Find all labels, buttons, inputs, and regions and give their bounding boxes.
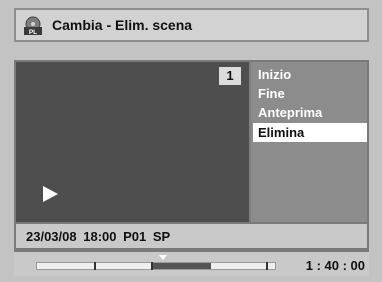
svg-text:PL: PL (29, 29, 37, 36)
program-number: P01 (123, 229, 147, 244)
deleted-scene-segment (151, 263, 211, 269)
position-pointer-icon (159, 255, 167, 260)
scene-number-badge: 1 (219, 67, 241, 85)
menu-item-inizio[interactable]: Inizio (253, 65, 367, 84)
play-icon (43, 186, 58, 202)
title-bar: PL Cambia - Elim. scena (14, 8, 369, 42)
chapter-mark (151, 262, 153, 270)
page-title: Cambia - Elim. scena (52, 17, 193, 33)
progress-track[interactable] (36, 262, 276, 270)
recording-info: 23/03/08 18:00 P01 SP (26, 229, 170, 244)
video-preview: 1 (16, 62, 251, 222)
recording-mode: SP (152, 229, 171, 244)
elapsed-time: 1 : 40 : 00 (305, 258, 365, 273)
edit-panel: 1 Inizio Fine Anteprima Elimina 23/03/08… (14, 60, 369, 250)
pl-icon: PL (24, 16, 42, 36)
screen-frame: PL Cambia - Elim. scena 1 Inizio Fine An… (0, 0, 382, 282)
menu-item-anteprima[interactable]: Anteprima (253, 103, 367, 122)
recording-date: 23/03/08 (26, 229, 77, 244)
menu-item-fine[interactable]: Fine (253, 84, 367, 103)
timeline-bar: 1 : 40 : 00 (14, 250, 369, 276)
menu-item-elimina[interactable]: Elimina (253, 123, 367, 142)
chapter-mark (94, 262, 96, 270)
info-bar: 23/03/08 18:00 P01 SP (16, 222, 367, 248)
scene-menu: Inizio Fine Anteprima Elimina (253, 64, 367, 220)
chapter-mark (266, 262, 268, 270)
recording-time: 18:00 (83, 229, 117, 244)
